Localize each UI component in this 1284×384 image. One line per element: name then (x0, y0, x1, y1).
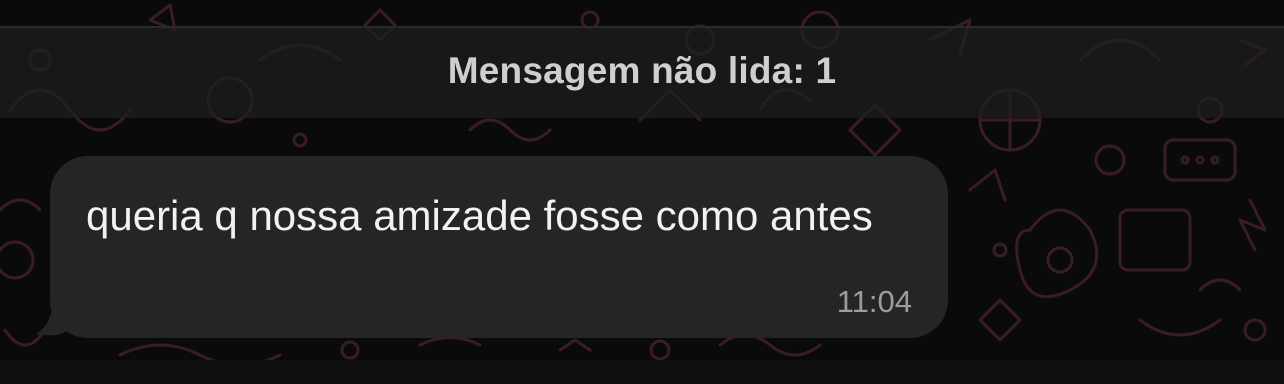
unread-messages-label: Mensagem não lida: 1 (447, 50, 837, 91)
message-text: queria q nossa amizade fosse como antes (86, 192, 873, 239)
bottom-edge (0, 360, 1284, 384)
message-timestamp: 11:04 (836, 284, 912, 319)
